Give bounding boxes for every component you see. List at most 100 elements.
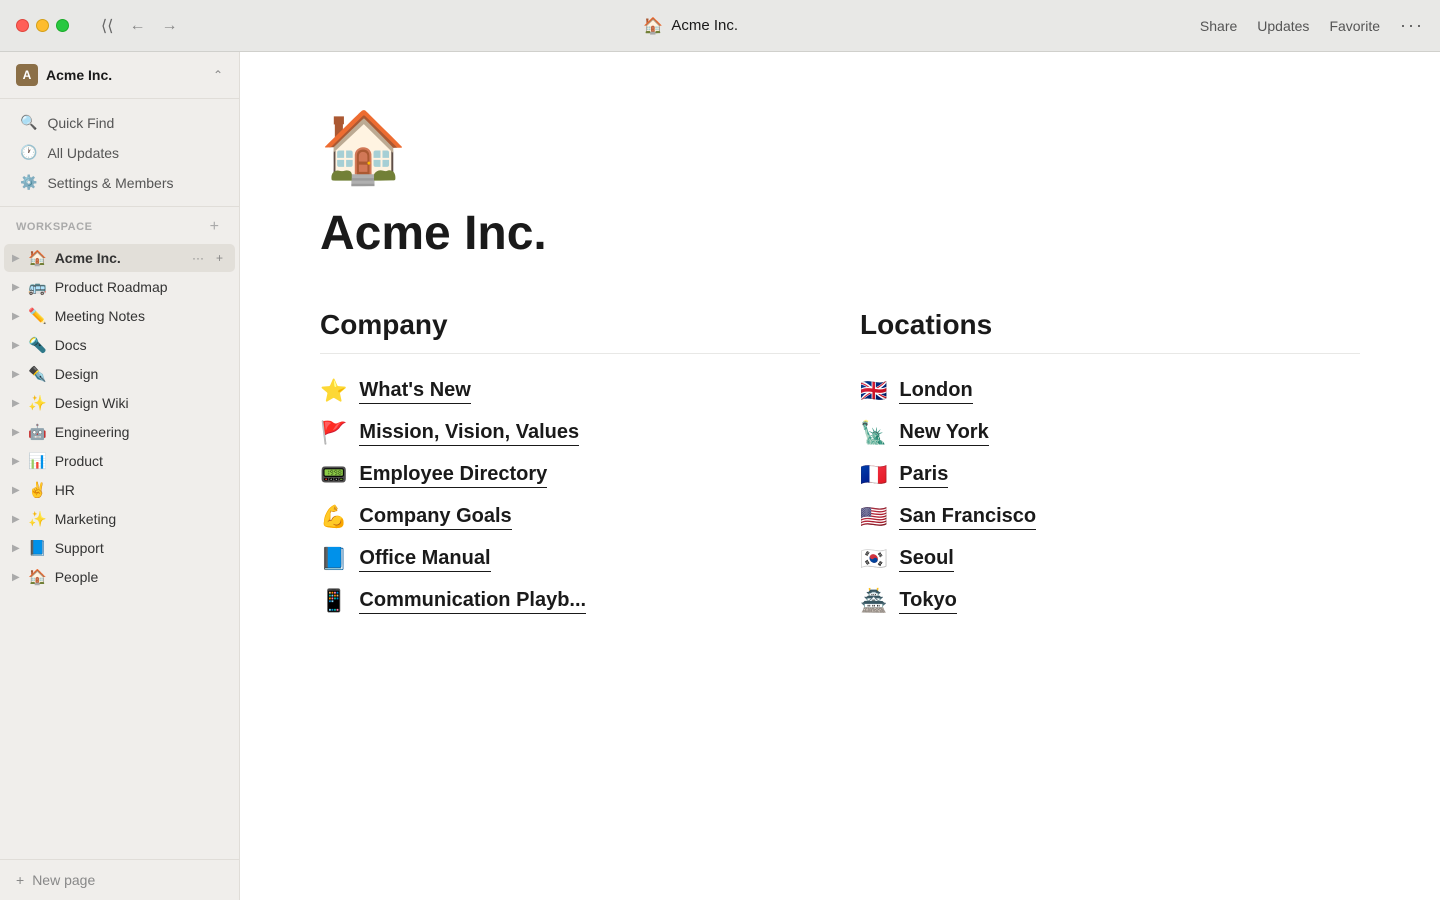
list-item-tokyo[interactable]: 🏯 Tokyo <box>860 588 1360 614</box>
updates-button[interactable]: Updates <box>1257 18 1309 34</box>
marketing-icon: ✨ <box>28 510 47 528</box>
statue-liberty-icon: 🗽 <box>860 420 887 446</box>
chevron-right-icon: ▶ <box>12 398 28 409</box>
sidebar-item-people[interactable]: ▶ 🏠 People <box>4 563 235 591</box>
paris-label: Paris <box>899 463 948 488</box>
sidebar-item-acme-inc[interactable]: ▶ 🏠 Acme Inc. ··· + <box>4 244 235 272</box>
main-content: 🏠 Acme Inc. Company ⭐ What's New 🚩 Missi… <box>240 52 1440 900</box>
sidebar: A Acme Inc. ⌃ 🔍 Quick Find 🕐 All Updates… <box>0 52 240 900</box>
company-list: ⭐ What's New 🚩 Mission, Vision, Values 📟… <box>320 378 820 614</box>
whats-new-label: What's New <box>359 379 470 404</box>
workspace-section-label: WORKSPACE <box>16 221 92 233</box>
uk-flag-icon: 🇬🇧 <box>860 378 887 404</box>
london-label: London <box>899 379 972 404</box>
engineering-label: Engineering <box>55 424 227 440</box>
sidebar-item-engineering[interactable]: ▶ 🤖 Engineering <box>4 418 235 446</box>
workspace-icon: A <box>16 64 38 86</box>
more-options-button[interactable]: ··· <box>1400 15 1424 36</box>
maximize-button[interactable] <box>56 19 69 32</box>
company-section: Company ⭐ What's New 🚩 Mission, Vision, … <box>320 309 820 614</box>
engineering-icon: 🤖 <box>28 423 47 441</box>
new-page-label: New page <box>32 872 95 888</box>
list-item-communication-playbook[interactable]: 📱 Communication Playb... <box>320 588 820 614</box>
people-icon: 🏠 <box>28 568 47 586</box>
star-icon: ⭐ <box>320 378 347 404</box>
sidebar-item-product[interactable]: ▶ 📊 Product <box>4 447 235 475</box>
acme-inc-actions: ··· + <box>188 249 227 267</box>
sidebar-item-product-roadmap[interactable]: ▶ 🚌 Product Roadmap <box>4 273 235 301</box>
manual-icon: 📘 <box>320 546 347 572</box>
new-page-button[interactable]: + New page <box>16 872 223 888</box>
design-icon: ✒️ <box>28 365 47 383</box>
locations-section-title: Locations <box>860 309 1360 354</box>
chevron-right-icon: ▶ <box>12 427 28 438</box>
forward-button[interactable]: → <box>157 15 181 37</box>
company-goals-label: Company Goals <box>359 505 511 530</box>
workspace-section-header: WORKSPACE + <box>0 207 239 239</box>
sidebar-item-all-updates[interactable]: 🕐 All Updates <box>4 138 235 167</box>
acme-inc-more-button[interactable]: ··· <box>188 249 208 267</box>
seoul-label: Seoul <box>899 547 953 572</box>
chevron-right-icon: ▶ <box>12 456 28 467</box>
sidebar-item-meeting-notes[interactable]: ▶ ✏️ Meeting Notes <box>4 302 235 330</box>
sidebar-item-design[interactable]: ▶ ✒️ Design <box>4 360 235 388</box>
product-roadmap-icon: 🚌 <box>28 278 47 296</box>
titlebar: ⟨⟨ ← → 🏠 Acme Inc. Share Updates Favorit… <box>0 0 1440 52</box>
list-item-mission[interactable]: 🚩 Mission, Vision, Values <box>320 420 820 446</box>
company-section-title: Company <box>320 309 820 354</box>
sidebar-tree: ▶ 🏠 Acme Inc. ··· + ▶ 🚌 Product Roadmap … <box>0 239 239 859</box>
list-item-company-goals[interactable]: 💪 Company Goals <box>320 504 820 530</box>
share-button[interactable]: Share <box>1200 18 1237 34</box>
chevron-right-icon: ▶ <box>12 543 28 554</box>
favorite-button[interactable]: Favorite <box>1329 18 1380 34</box>
locations-list: 🇬🇧 London 🗽 New York 🇫🇷 Paris 🇺🇸 San Fra… <box>860 378 1360 614</box>
workspace-name: Acme Inc. <box>46 67 205 83</box>
communication-playbook-label: Communication Playb... <box>359 589 586 614</box>
sidebar-item-docs[interactable]: ▶ 🔦 Docs <box>4 331 235 359</box>
acme-inc-label: Acme Inc. <box>55 250 188 266</box>
marketing-label: Marketing <box>55 511 227 527</box>
list-item-london[interactable]: 🇬🇧 London <box>860 378 1360 404</box>
sidebar-item-marketing[interactable]: ▶ ✨ Marketing <box>4 505 235 533</box>
design-wiki-label: Design Wiki <box>55 395 227 411</box>
acme-inc-add-button[interactable]: + <box>212 249 227 267</box>
list-item-seoul[interactable]: 🇰🇷 Seoul <box>860 546 1360 572</box>
directory-icon: 📟 <box>320 462 347 488</box>
mission-label: Mission, Vision, Values <box>359 421 579 446</box>
search-icon: 🔍 <box>20 114 37 131</box>
workspace-header[interactable]: A Acme Inc. ⌃ <box>0 52 239 99</box>
traffic-lights <box>16 19 69 32</box>
titlebar-page-emoji: 🏠 <box>643 16 663 36</box>
chevron-right-icon: ▶ <box>12 572 28 583</box>
sidebar-nav: 🔍 Quick Find 🕐 All Updates ⚙️ Settings &… <box>0 99 239 207</box>
meeting-notes-label: Meeting Notes <box>55 308 227 324</box>
add-workspace-button[interactable]: + <box>206 219 223 235</box>
sidebar-item-hr[interactable]: ▶ ✌️ HR <box>4 476 235 504</box>
list-item-san-francisco[interactable]: 🇺🇸 San Francisco <box>860 504 1360 530</box>
list-item-paris[interactable]: 🇫🇷 Paris <box>860 462 1360 488</box>
list-item-whats-new[interactable]: ⭐ What's New <box>320 378 820 404</box>
sidebar-item-quick-find[interactable]: 🔍 Quick Find <box>4 108 235 137</box>
list-item-new-york[interactable]: 🗽 New York <box>860 420 1360 446</box>
close-button[interactable] <box>16 19 29 32</box>
collapse-sidebar-button[interactable]: ⟨⟨ <box>97 14 117 38</box>
sidebar-item-design-wiki[interactable]: ▶ ✨ Design Wiki <box>4 389 235 417</box>
sidebar-item-support[interactable]: ▶ 📘 Support <box>4 534 235 562</box>
back-button[interactable]: ← <box>125 15 149 37</box>
flag-icon: 🚩 <box>320 420 347 446</box>
list-item-office-manual[interactable]: 📘 Office Manual <box>320 546 820 572</box>
workspace-chevron-icon[interactable]: ⌃ <box>213 68 223 82</box>
locations-section: Locations 🇬🇧 London 🗽 New York 🇫🇷 Paris <box>860 309 1360 614</box>
goals-icon: 💪 <box>320 504 347 530</box>
chevron-right-icon: ▶ <box>12 340 28 351</box>
sidebar-item-settings[interactable]: ⚙️ Settings & Members <box>4 168 235 197</box>
chevron-right-icon: ▶ <box>12 282 28 293</box>
docs-icon: 🔦 <box>28 336 47 354</box>
chevron-right-icon: ▶ <box>12 311 28 322</box>
support-label: Support <box>55 540 227 556</box>
page-emoji: 🏠 <box>320 112 1360 182</box>
minimize-button[interactable] <box>36 19 49 32</box>
titlebar-center: 🏠 Acme Inc. <box>193 16 1187 36</box>
san-francisco-label: San Francisco <box>899 505 1036 530</box>
list-item-employee-directory[interactable]: 📟 Employee Directory <box>320 462 820 488</box>
